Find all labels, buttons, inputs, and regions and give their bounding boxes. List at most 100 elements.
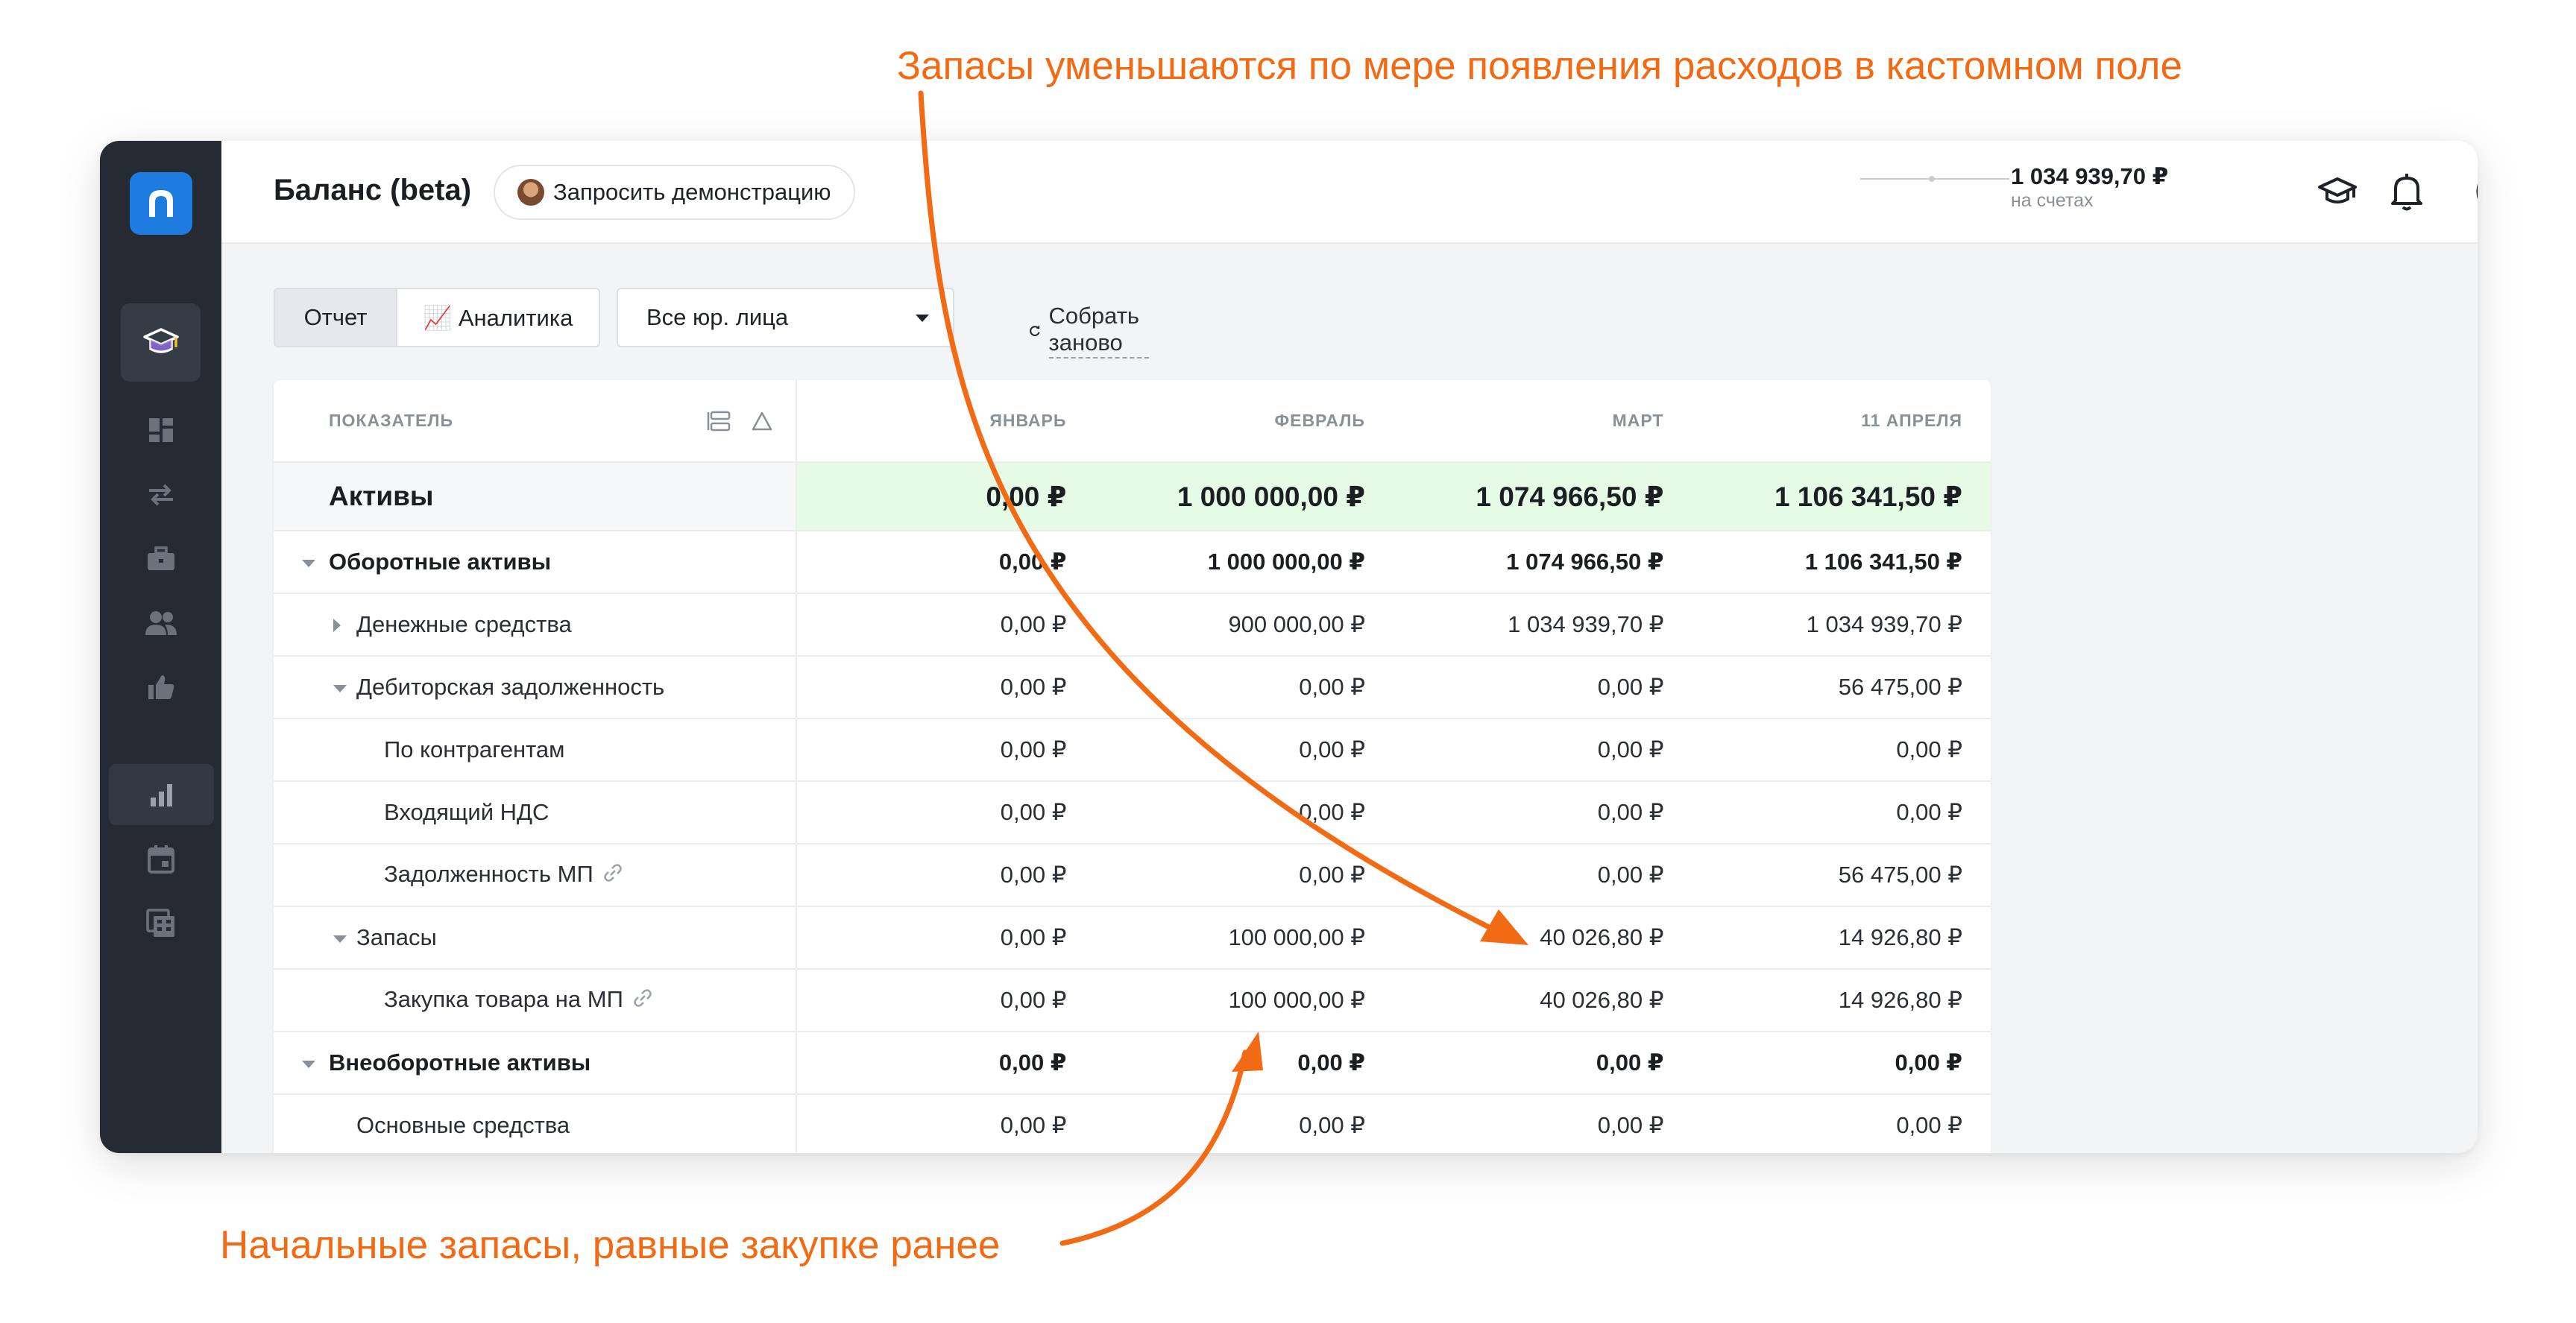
nav-reports[interactable] [109, 764, 214, 825]
nav-academy[interactable] [121, 303, 201, 382]
value-cell[interactable]: 1 000 000,00 ₽ [1095, 462, 1394, 531]
value-cell[interactable]: 0,00 ₽ [796, 906, 1095, 970]
value-cell[interactable]: 0,00 ₽ [796, 969, 1095, 1032]
value-cell[interactable]: 0,00 ₽ [1095, 656, 1394, 719]
graduation-cap-icon [2318, 177, 2357, 203]
row-by-counterparties[interactable]: По контрагентам 0,00 ₽0,00 ₽0,00 ₽0,00 ₽ [274, 719, 1991, 782]
value-cell[interactable]: 0,00 ₽ [796, 656, 1095, 719]
value-cell[interactable]: 1 106 341,50 ₽ [1692, 462, 1991, 531]
value-cell[interactable]: 1 034 939,70 ₽ [1393, 593, 1692, 657]
nav-dashboard[interactable] [100, 397, 221, 463]
row-label: Дебиторская задолженность [356, 674, 665, 700]
user-menu[interactable] [2475, 162, 2478, 225]
logo-icon [149, 190, 173, 217]
nav-calendar[interactable] [100, 827, 221, 892]
value-cell[interactable]: 0,00 ₽ [1393, 1094, 1692, 1153]
value-cell[interactable]: 40 026,80 ₽ [1393, 969, 1692, 1032]
nav-projects[interactable] [100, 526, 221, 592]
value-cell[interactable]: 0,00 ₽ [796, 531, 1095, 594]
value-cell[interactable]: 0,00 ₽ [1692, 1094, 1991, 1153]
tab-report[interactable]: Отчет [274, 288, 397, 347]
value-cell[interactable]: 0,00 ₽ [796, 781, 1095, 844]
value-cell[interactable]: 1 074 966,50 ₽ [1393, 531, 1692, 594]
value-cell[interactable]: 14 926,80 ₽ [1692, 906, 1991, 970]
value-cell[interactable]: 1 106 341,50 ₽ [1692, 531, 1991, 594]
row-marketplace-debt[interactable]: Задолженность МП 0,00 ₽0,00 ₽0,00 ₽56 475… [274, 844, 1991, 907]
row-inventory[interactable]: Запасы 0,00 ₽100 000,00 ₽40 026,80 ₽14 92… [274, 906, 1991, 970]
value-cell[interactable]: 1 000 000,00 ₽ [1095, 531, 1394, 594]
nav-feedback[interactable] [100, 654, 221, 720]
value-cell[interactable]: 0,00 ₽ [796, 462, 1095, 531]
column-header-indicator[interactable]: Показатель [274, 380, 797, 463]
value-cell[interactable]: 1 074 966,50 ₽ [1393, 462, 1692, 531]
row-current-assets[interactable]: Оборотные активы 0,00 ₽1 000 000,00 ₽1 07… [274, 531, 1991, 594]
value-cell[interactable]: 0,00 ₽ [1692, 1032, 1991, 1095]
value-cell[interactable]: 56 475,00 ₽ [1692, 656, 1991, 719]
value-cell[interactable]: 0,00 ₽ [796, 1094, 1095, 1153]
value-cell[interactable]: 56 475,00 ₽ [1692, 844, 1991, 907]
collapse-rows-icon[interactable] [706, 410, 731, 432]
value-cell[interactable]: 100 000,00 ₽ [1095, 906, 1394, 970]
value-cell[interactable]: 40 026,80 ₽ [1393, 906, 1692, 970]
link-icon[interactable] [602, 862, 623, 889]
balance-table-card: Показатель Январь [274, 380, 1991, 1153]
row-marketplace-purchase[interactable]: Закупка товара на МП 0,00 ₽100 000,00 ₽40… [274, 969, 1991, 1032]
expand-caret-icon[interactable] [302, 1061, 315, 1068]
balance-sparkline [1860, 176, 2009, 182]
value-cell[interactable]: 0,00 ₽ [796, 719, 1095, 782]
row-noncurrent-assets[interactable]: Внеоборотные активы 0,00 ₽0,00 ₽0,00 ₽0,0… [274, 1032, 1991, 1095]
value-cell[interactable]: 0,00 ₽ [1095, 1094, 1394, 1153]
entity-select[interactable]: Все юр. лица [617, 288, 954, 347]
row-cash[interactable]: Денежные средства 0,00 ₽900 000,00 ₽1 034… [274, 593, 1991, 657]
row-assets[interactable]: Активы 0,00 ₽1 000 000,00 ₽1 074 966,50 ₽… [274, 462, 1991, 531]
sort-triangle-icon[interactable] [751, 410, 773, 432]
link-icon[interactable] [632, 988, 653, 1014]
column-header-march[interactable]: Март [1393, 380, 1692, 463]
expand-caret-icon[interactable] [333, 935, 347, 943]
value-cell[interactable]: 0,00 ₽ [1393, 656, 1692, 719]
value-cell[interactable]: 1 034 939,70 ₽ [1692, 593, 1991, 657]
value-cell[interactable]: 0,00 ₽ [1393, 844, 1692, 907]
app-logo[interactable] [130, 172, 192, 235]
row-label: Активы [329, 481, 434, 511]
column-header-january[interactable]: Январь [796, 380, 1095, 463]
academy-button[interactable] [2317, 171, 2358, 216]
collapsed-caret-icon[interactable] [333, 619, 341, 632]
value-cell[interactable]: 0,00 ₽ [1692, 719, 1991, 782]
value-cell[interactable]: 0,00 ₽ [1095, 844, 1394, 907]
value-cell[interactable]: 0,00 ₽ [796, 1032, 1095, 1095]
nav-calculator[interactable] [100, 891, 221, 956]
chevron-down-icon [916, 315, 929, 322]
expand-caret-icon[interactable] [302, 560, 315, 567]
topbar: Баланс (beta) Запросить демонстрацию 1 0… [221, 141, 2478, 244]
value-cell[interactable]: 0,00 ₽ [1393, 719, 1692, 782]
rebuild-button[interactable]: Собрать заново [1028, 303, 1149, 359]
nav-contacts[interactable] [100, 590, 221, 656]
row-receivables[interactable]: Дебиторская задолженность 0,00 ₽0,00 ₽0,0… [274, 656, 1991, 719]
reports-chart-icon [150, 784, 172, 806]
value-cell[interactable]: 0,00 ₽ [796, 593, 1095, 657]
column-header-april-11[interactable]: 11 апреля [1692, 380, 1991, 463]
column-header-february[interactable]: Февраль [1095, 380, 1394, 463]
value-cell[interactable]: 0,00 ₽ [1095, 719, 1394, 782]
rebuild-label: Собрать заново [1048, 303, 1149, 359]
value-cell[interactable]: 0,00 ₽ [796, 844, 1095, 907]
row-fixed-assets[interactable]: Основные средства 0,00 ₽0,00 ₽0,00 ₽0,00 … [274, 1094, 1991, 1153]
value-cell[interactable]: 0,00 ₽ [1095, 781, 1394, 844]
value-cell[interactable]: 900 000,00 ₽ [1095, 593, 1394, 657]
value-cell[interactable]: 100 000,00 ₽ [1095, 969, 1394, 1032]
notifications-button[interactable] [2388, 171, 2425, 216]
row-input-vat[interactable]: Входящий НДС 0,00 ₽0,00 ₽0,00 ₽0,00 ₽ [274, 781, 1991, 844]
balance-amount[interactable]: 1 034 939,70 ₽ [2011, 163, 2168, 190]
expand-caret-icon[interactable] [333, 685, 347, 692]
nav-transfers[interactable] [100, 462, 221, 528]
request-demo-label: Запросить демонстрацию [553, 179, 831, 205]
value-cell[interactable]: 0,00 ₽ [1095, 1032, 1394, 1095]
value-cell[interactable]: 14 926,80 ₽ [1692, 969, 1991, 1032]
value-cell[interactable]: 0,00 ₽ [1692, 781, 1991, 844]
value-cell[interactable]: 0,00 ₽ [1393, 1032, 1692, 1095]
value-cell[interactable]: 0,00 ₽ [1393, 781, 1692, 844]
row-label: Денежные средства [356, 611, 572, 637]
tab-analytics[interactable]: 📈 Аналитика [396, 288, 600, 347]
request-demo-button[interactable]: Запросить демонстрацию [494, 165, 855, 220]
